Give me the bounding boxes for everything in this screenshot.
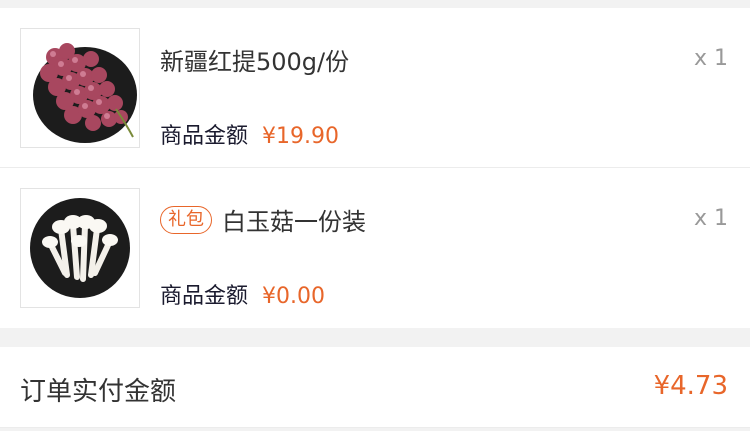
price-label: 商品金额 bbox=[160, 124, 249, 149]
summary-amount: ¥4.73 bbox=[653, 371, 728, 401]
summary-label: 订单实付金额 bbox=[20, 377, 177, 407]
price-value: ¥0.00 bbox=[262, 284, 325, 309]
order-item-mushroom[interactable]: 礼包 白玉菇一份装 x 1 商品金额 ¥0.00 bbox=[0, 168, 750, 328]
item-quantity: x 1 bbox=[693, 206, 728, 231]
order-summary-row: 订单实付金额 ¥4.73 bbox=[0, 347, 750, 428]
item-price-row: 商品金额 ¥19.90 bbox=[160, 118, 339, 150]
item-name[interactable]: 新疆红提500g/份 bbox=[160, 42, 349, 77]
item-quantity: x 1 bbox=[693, 46, 728, 71]
section-separator bbox=[0, 328, 750, 347]
order-items-card: 新疆红提500g/份 x 1 商品金额 ¥19.90 礼包 白玉菇一份装 x 1… bbox=[0, 8, 750, 328]
mushroom-product-image[interactable] bbox=[20, 188, 140, 308]
grape-product-image[interactable] bbox=[20, 28, 140, 148]
top-gap bbox=[0, 0, 750, 8]
item-price-row: 商品金额 ¥0.00 bbox=[160, 278, 325, 310]
item-title-row: 礼包 白玉菇一份装 bbox=[160, 202, 366, 237]
price-label: 商品金额 bbox=[160, 284, 249, 309]
order-item-grapes[interactable]: 新疆红提500g/份 x 1 商品金额 ¥19.90 bbox=[0, 8, 750, 168]
price-value: ¥19.90 bbox=[262, 124, 339, 149]
gift-pack-badge: 礼包 bbox=[160, 205, 212, 234]
item-name[interactable]: 白玉菇一份装 bbox=[222, 202, 366, 237]
item-title-row: 新疆红提500g/份 bbox=[160, 42, 349, 77]
